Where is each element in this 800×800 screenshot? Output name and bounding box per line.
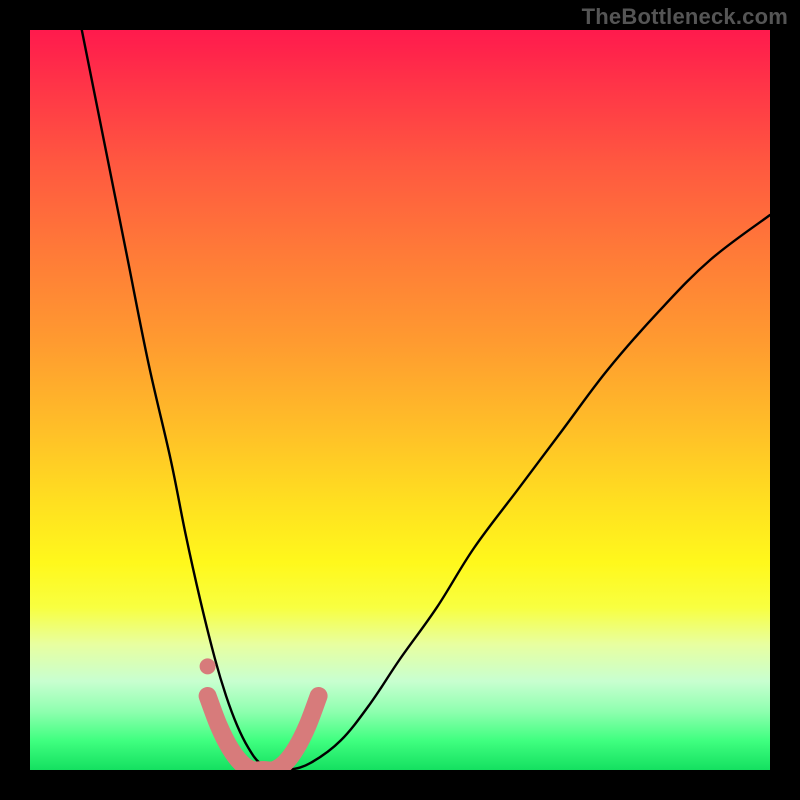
marker-dot-icon <box>200 658 216 674</box>
chart-frame: TheBottleneck.com <box>0 0 800 800</box>
chart-plot-area <box>30 30 770 770</box>
bottleneck-curve <box>82 30 770 770</box>
marker-band <box>208 696 319 770</box>
chart-svg <box>30 30 770 770</box>
attribution-label: TheBottleneck.com <box>582 4 788 30</box>
